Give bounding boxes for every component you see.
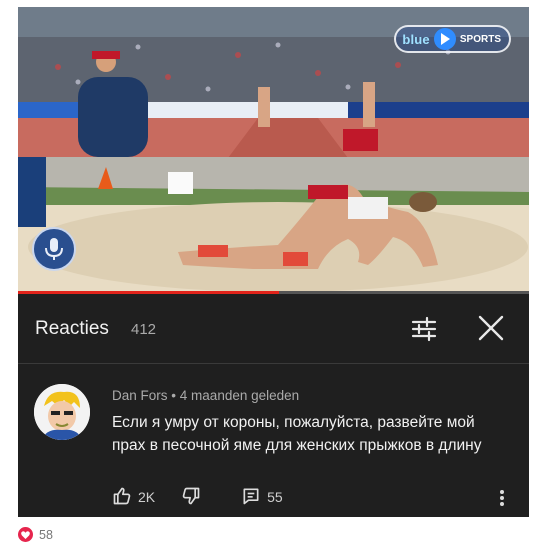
post-likes[interactable]: 58	[18, 527, 53, 542]
comment-author[interactable]: Dan Fors	[112, 388, 168, 403]
comments-count: 412	[131, 321, 157, 338]
avatar[interactable]	[34, 384, 90, 440]
progress-fill	[18, 291, 279, 294]
heart-icon	[18, 527, 33, 542]
comment-item: Dan Fors • 4 maanden geleden Если я умру…	[18, 364, 529, 517]
like-button[interactable]: 2K	[112, 486, 155, 509]
post-likes-count: 58	[39, 527, 53, 542]
reply-button[interactable]: 55	[241, 486, 283, 509]
like-count: 2K	[138, 489, 156, 505]
comment-actions: 2K 55	[112, 486, 283, 508]
comment-meta: Dan Fors • 4 maanden geleden	[112, 388, 299, 403]
dislike-button[interactable]	[181, 486, 201, 509]
badge-sports: SPORTS	[459, 33, 501, 45]
video-progress-bar[interactable]	[18, 291, 529, 294]
play-icon	[433, 28, 456, 50]
youtube-screenshot: blue SPORTS Reacties 412 Dan Fors • 4 ma…	[18, 7, 529, 517]
thumbs-up-icon	[112, 486, 132, 509]
sliders-icon[interactable]	[410, 315, 438, 343]
badge-brand: blue	[402, 31, 430, 47]
comment-time: 4 maanden geleden	[179, 388, 300, 403]
more-vertical-icon[interactable]	[498, 489, 506, 507]
comments-header: Reacties 412	[18, 295, 529, 364]
thumbs-down-icon	[181, 486, 201, 509]
reply-count: 55	[267, 489, 283, 505]
reply-icon	[241, 486, 261, 509]
channel-badge: blue SPORTS	[394, 25, 511, 53]
comment-text: Если я умру от короны, пожалуйста, разве…	[112, 414, 482, 454]
comments-title: Reacties	[35, 318, 109, 339]
close-icon[interactable]	[476, 313, 506, 343]
microphone-icon	[32, 227, 76, 271]
meta-separator: •	[171, 388, 177, 403]
video-frame[interactable]: blue SPORTS	[18, 7, 529, 294]
